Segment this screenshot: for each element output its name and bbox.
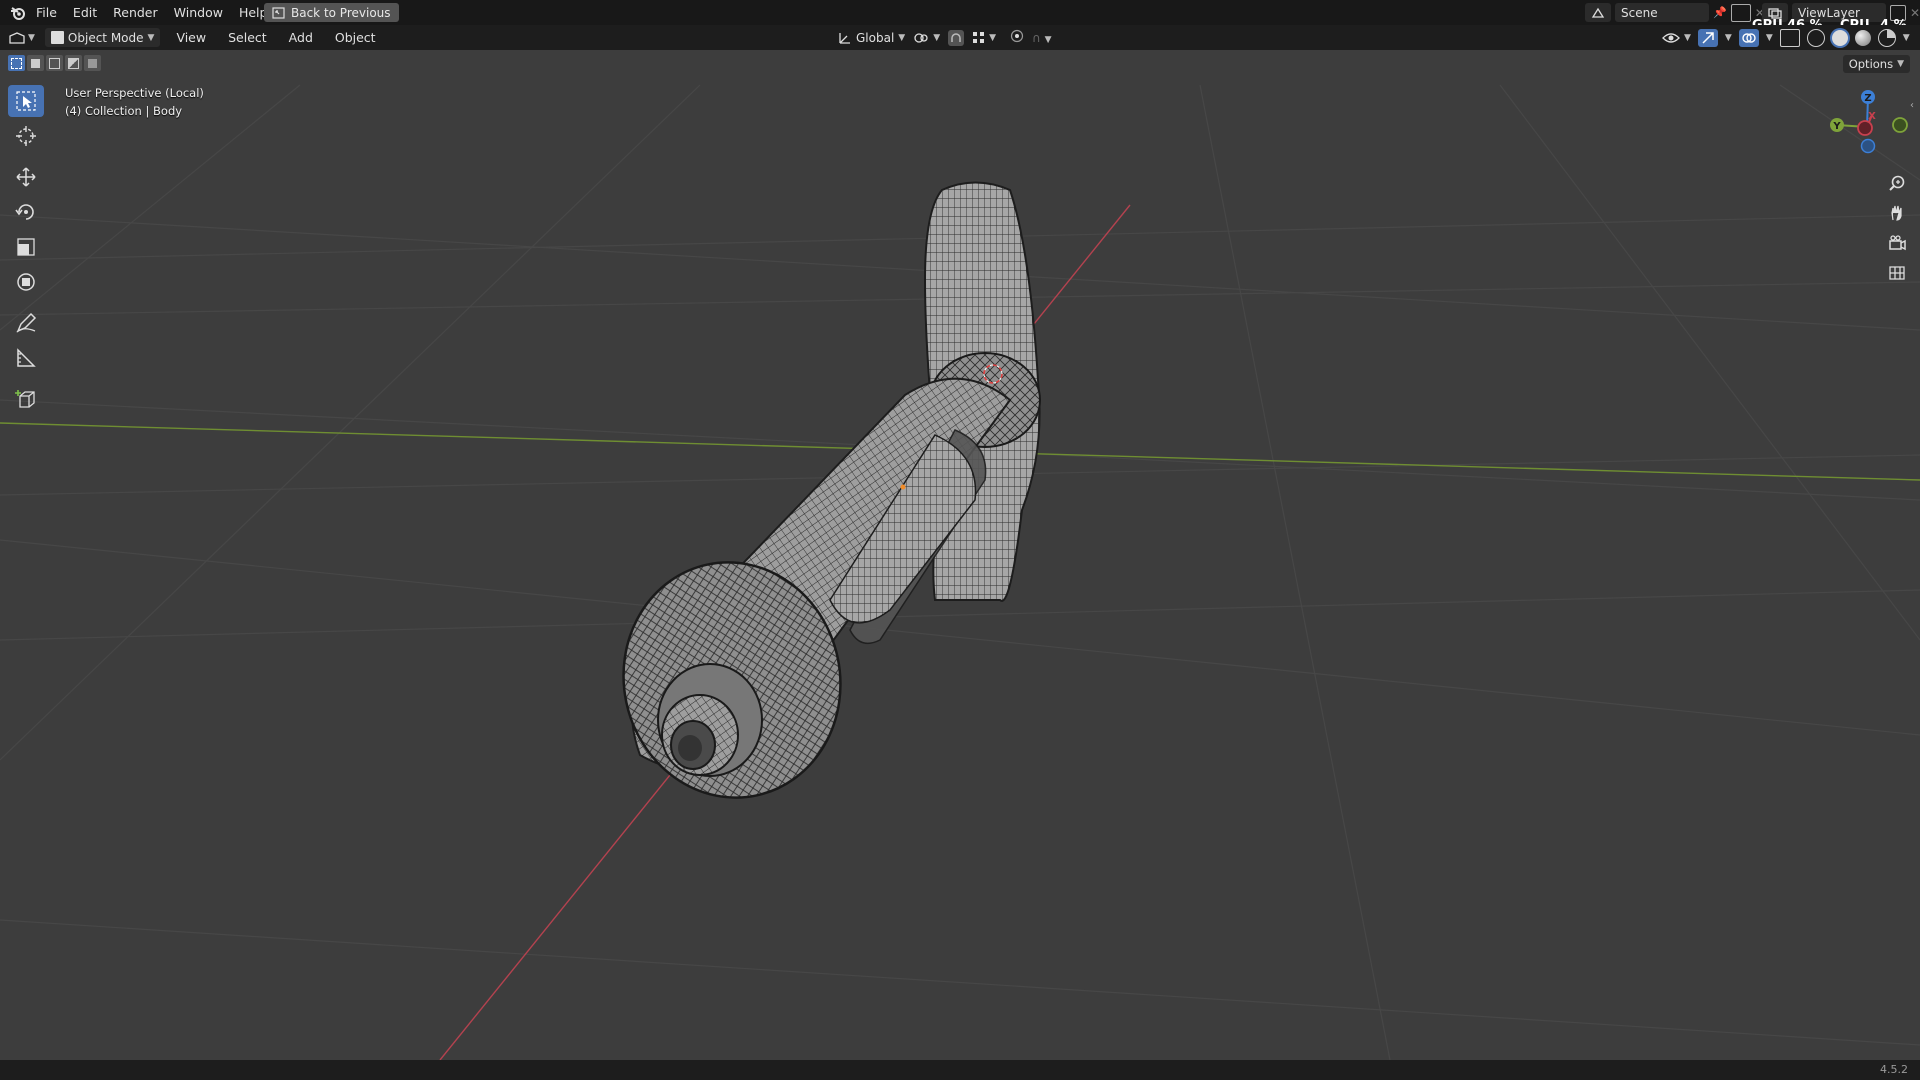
scale-tool[interactable] — [8, 231, 44, 263]
editor-type-icon[interactable]: ▼ — [8, 31, 35, 45]
scene-name-field[interactable]: Scene — [1615, 3, 1709, 22]
menu-render[interactable]: Render — [105, 0, 166, 25]
xray-toggle-icon[interactable] — [1779, 28, 1800, 47]
selection-mode-group — [8, 55, 101, 71]
viewlayer-close-icon[interactable]: ✕ — [1910, 6, 1920, 20]
tool-shelf — [8, 85, 46, 418]
menu-add[interactable]: Add — [283, 28, 319, 47]
pivot-icon — [914, 32, 928, 43]
viewport-scene — [0, 84, 1920, 1060]
menu-select[interactable]: Select — [222, 28, 273, 47]
rotate-tool[interactable] — [8, 196, 44, 228]
scale-icon — [17, 238, 35, 256]
options-label: Options — [1848, 57, 1894, 71]
zoom-icon — [1889, 175, 1905, 191]
scene-name: Scene — [1621, 5, 1658, 20]
viewport-header: ▼ Object Mode ▼ View Select Add Object G… — [0, 25, 1920, 50]
object-origin-dot — [900, 484, 906, 490]
cursor-tool[interactable] — [8, 120, 44, 152]
camera-view-button[interactable] — [1884, 230, 1910, 256]
scene-new-icon[interactable] — [1730, 3, 1751, 22]
shading-dropdown-icon[interactable]: ▼ — [1903, 33, 1910, 43]
status-bar: 4.5.2 — [0, 1060, 1920, 1080]
pivot-point-dropdown[interactable]: ▼ — [913, 31, 940, 45]
back-to-previous-button[interactable]: Back to Previous — [264, 3, 399, 22]
options-dropdown[interactable]: Options ▼ — [1842, 55, 1910, 73]
falloff-curve-icon[interactable]: ∩ ▼ — [1032, 31, 1052, 45]
collection-label: (4) Collection | Body — [65, 104, 183, 118]
measure-tool[interactable] — [8, 342, 44, 374]
zoom-view-button[interactable] — [1884, 170, 1910, 196]
overlays-dropdown-icon[interactable]: ▼ — [1766, 33, 1773, 43]
scene-pin-icon[interactable]: 📌 — [1713, 6, 1727, 19]
select-intersect-icon[interactable] — [84, 55, 101, 71]
move-tool[interactable] — [8, 161, 44, 193]
perspective-label: User Perspective (Local) — [65, 86, 204, 100]
orientation-icon — [839, 32, 850, 44]
top-menu-bar: File Edit Render Window Help Back to Pre… — [0, 0, 1920, 33]
object-mode-icon — [50, 31, 64, 44]
pan-view-button[interactable] — [1884, 200, 1910, 226]
add-cube-tool[interactable] — [8, 383, 44, 415]
menu-file[interactable]: File — [28, 0, 65, 25]
gizmo-dropdown-icon[interactable]: ▼ — [1725, 33, 1732, 43]
perspective-toggle-button[interactable] — [1884, 260, 1910, 286]
scene-browse-icon[interactable] — [1585, 3, 1611, 22]
rotate-icon — [15, 204, 34, 220]
select-subtract-icon[interactable] — [46, 55, 63, 71]
navigation-gizmo[interactable]: Z Y X — [1820, 85, 1915, 170]
orientation-label: Global — [856, 30, 895, 45]
blender-logo-icon[interactable] — [8, 0, 28, 25]
menu-view[interactable]: View — [170, 28, 212, 47]
eye-icon — [1662, 32, 1680, 43]
select-box-tool[interactable] — [8, 85, 44, 117]
sidebar-toggle-icon[interactable]: ‹ — [1910, 100, 1914, 111]
cursor-icon — [16, 126, 36, 146]
select-box-icon — [16, 91, 36, 111]
shading-wireframe-icon[interactable] — [1806, 28, 1825, 47]
transform-orientation-dropdown[interactable]: Global ▼ — [838, 31, 905, 45]
version-label: 4.5.2 — [1880, 1063, 1908, 1076]
select-new-icon[interactable] — [8, 55, 25, 71]
chevron-down-icon: ▼ — [147, 32, 155, 43]
menu-edit[interactable]: Edit — [65, 0, 105, 25]
mode-label: Object Mode — [67, 30, 144, 45]
camera-icon — [1889, 235, 1906, 251]
fullscreen-back-icon — [272, 6, 285, 19]
select-extend-icon[interactable] — [27, 55, 44, 71]
transform-icon — [17, 273, 35, 291]
back-to-previous-label: Back to Previous — [291, 5, 391, 20]
chevron-down-icon: ▼ — [1897, 59, 1904, 69]
mode-selector[interactable]: Object Mode ▼ — [44, 28, 161, 47]
transform-tool[interactable] — [8, 266, 44, 298]
select-invert-icon[interactable] — [65, 55, 82, 71]
annotate-pencil-icon — [16, 312, 37, 333]
grid-perspective-icon — [1889, 266, 1905, 280]
shading-solid-icon[interactable] — [1831, 29, 1848, 46]
ruler-icon — [17, 348, 36, 367]
shading-rendered-icon[interactable] — [1877, 28, 1896, 47]
gizmo-toggle-icon[interactable] — [1697, 28, 1718, 47]
menu-window[interactable]: Window — [166, 0, 231, 25]
snap-target-dropdown[interactable]: ▼ — [972, 31, 996, 44]
annotate-tool[interactable] — [8, 307, 44, 339]
gizmo-y-label: Y — [1832, 121, 1841, 132]
snap-increment-icon — [973, 32, 985, 43]
snap-toggle-icon[interactable] — [948, 29, 965, 46]
gizmo-z-label: Z — [1864, 93, 1871, 104]
hand-icon — [1891, 205, 1902, 221]
gizmo-x-label: X — [1868, 111, 1876, 122]
3d-viewport[interactable]: User Perspective (Local) (4) Collection … — [0, 50, 1920, 1060]
shading-material-icon[interactable] — [1854, 29, 1871, 46]
menu-object[interactable]: Object — [329, 28, 382, 47]
proportional-editing-icon[interactable] — [1010, 29, 1024, 46]
add-cube-icon — [15, 390, 35, 408]
move-icon — [16, 167, 36, 187]
overlays-toggle-icon[interactable] — [1738, 28, 1759, 47]
visibility-dropdown[interactable]: ▼ — [1662, 32, 1691, 44]
